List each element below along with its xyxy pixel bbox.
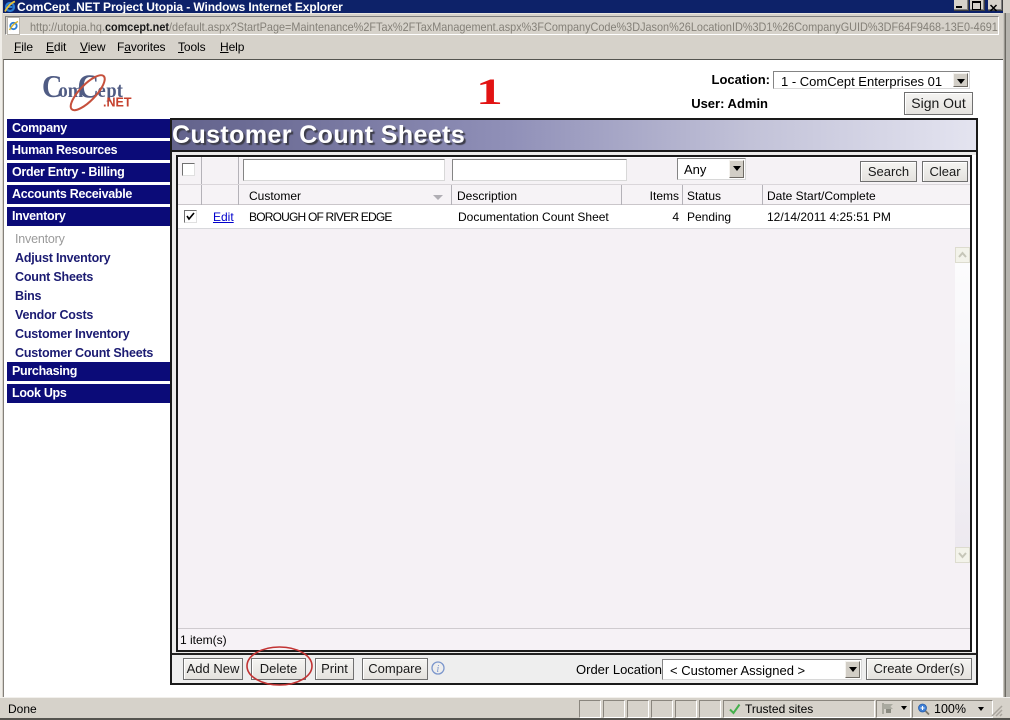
svg-text:C: C xyxy=(77,67,99,105)
svg-text:.NET: .NET xyxy=(103,96,132,110)
svg-text:i: i xyxy=(437,664,440,675)
